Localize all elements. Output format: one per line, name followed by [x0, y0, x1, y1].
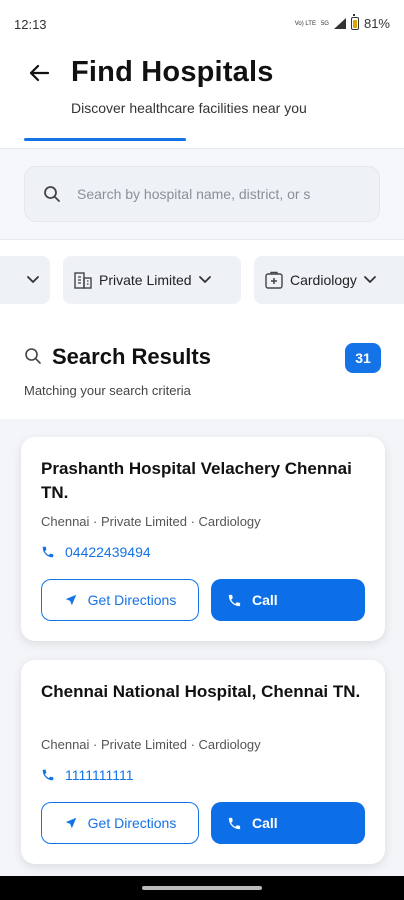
status-bar: 12:13 Vo) LTE 5G 81% — [0, 0, 404, 48]
chevron-down-icon — [27, 276, 39, 283]
search-box[interactable] — [24, 166, 380, 222]
battery-level: 81% — [363, 16, 390, 31]
page-header: Find Hospitals Discover healthcare facil… — [0, 48, 404, 149]
navigation-arrow-icon — [65, 594, 76, 606]
call-button[interactable]: Call — [211, 802, 365, 844]
filter-chip-label: Private Limited — [99, 272, 192, 288]
status-icons: Vo) LTE 5G 81% — [294, 14, 390, 31]
call-button[interactable]: Call — [211, 579, 365, 621]
search-icon — [44, 186, 60, 202]
page-title: Find Hospitals — [71, 56, 274, 88]
hospital-name: Chennai National Hospital, Chennai TN. — [41, 682, 361, 701]
filter-chip-specialty[interactable]: Cardiology — [254, 256, 404, 304]
get-directions-button[interactable]: Get Directions — [41, 802, 199, 844]
phone-icon — [42, 546, 54, 558]
results-count-badge: 31 — [345, 343, 381, 373]
filter-bar: Private Limited Cardiology — [0, 239, 404, 323]
hospital-meta: Chennai · Private Limited · Cardiology — [41, 737, 261, 752]
medical-plus-icon — [265, 271, 283, 289]
call-label: Call — [252, 592, 278, 608]
chevron-down-icon — [364, 276, 376, 283]
phone-icon — [228, 817, 241, 829]
get-directions-button[interactable]: Get Directions — [41, 579, 199, 621]
chevron-down-icon — [198, 276, 211, 283]
get-directions-label: Get Directions — [87, 815, 177, 831]
navigation-arrow-icon — [65, 817, 76, 829]
back-button[interactable] — [24, 60, 54, 86]
get-directions-label: Get Directions — [87, 592, 177, 608]
filter-chip-partial[interactable] — [0, 256, 50, 304]
hospital-name: Prashanth Hospital Velachery Chennai TN. — [41, 459, 352, 502]
status-time: 12:13 — [14, 17, 47, 32]
phone-icon — [42, 769, 54, 781]
home-gesture-handle[interactable] — [142, 886, 262, 890]
filter-chip-label: Cardiology — [290, 272, 357, 288]
system-nav-bar — [0, 876, 404, 900]
search-icon — [25, 348, 41, 364]
search-section — [0, 149, 404, 239]
building-icon — [74, 272, 92, 289]
hospital-meta: Chennai · Private Limited · Cardiology — [41, 514, 261, 529]
results-header: Search Results 31 Matching your search c… — [0, 323, 404, 419]
call-label: Call — [252, 815, 278, 831]
battery-icon — [350, 14, 359, 30]
volte-icon: Vo) LTE — [294, 20, 316, 27]
signal-icon — [333, 18, 346, 29]
phone-number: 04422439494 — [65, 544, 151, 560]
hospital-card[interactable]: Chennai National Hospital, Chennai TN. C… — [21, 660, 385, 864]
results-subtitle: Matching your search criteria — [24, 383, 191, 398]
hospital-phone[interactable]: 04422439494 — [41, 544, 151, 560]
hospital-phone[interactable]: 1111111111 — [41, 767, 134, 783]
network-type-label: 5G — [320, 20, 329, 27]
results-title: Search Results — [52, 344, 211, 369]
arrow-left-icon — [29, 64, 49, 82]
hospital-card[interactable]: Prashanth Hospital Velachery Chennai TN.… — [21, 437, 385, 641]
filter-chip-hospital-type[interactable]: Private Limited — [63, 256, 241, 304]
page-subtitle: Discover healthcare facilities near you — [71, 100, 307, 116]
phone-icon — [228, 594, 241, 606]
header-accent-line — [24, 138, 186, 141]
search-input[interactable] — [77, 167, 377, 221]
phone-number: 1111111111 — [65, 767, 134, 783]
